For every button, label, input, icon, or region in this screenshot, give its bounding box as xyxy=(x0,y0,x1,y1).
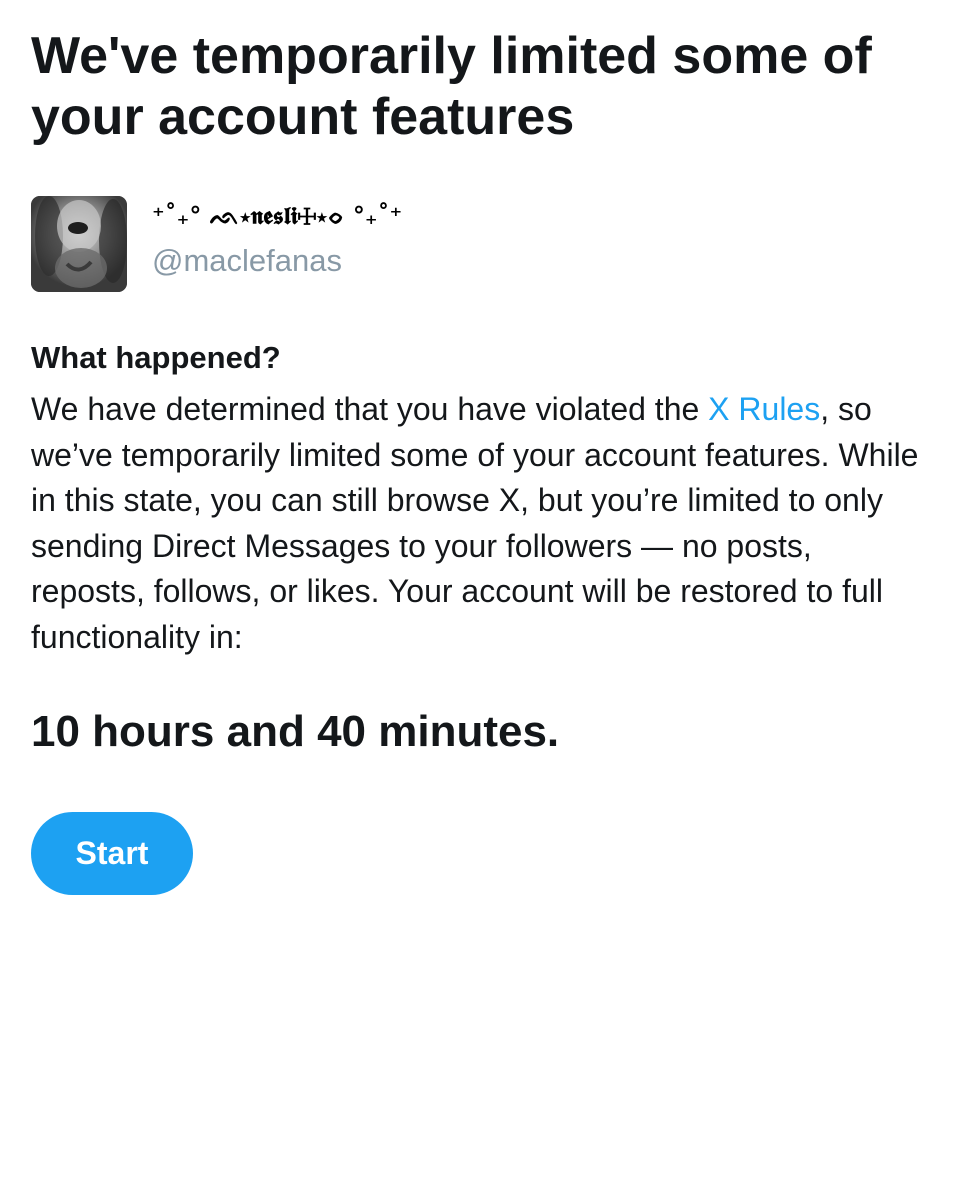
explanation-text-start: We have determined that you have violate… xyxy=(31,391,709,427)
explanation-text-end: , so we’ve temporarily limited some of y… xyxy=(31,391,919,655)
x-rules-link[interactable]: X Rules xyxy=(708,391,820,427)
limited-account-page: We've temporarily limited some of your a… xyxy=(0,0,970,1200)
time-remaining: 10 hours and 40 minutes. xyxy=(31,707,560,756)
account-handle: @maclefanas xyxy=(152,243,342,278)
display-name: ⁺˚₊° ᨒ⋆𝖓𝖊𝖘𝖑𝖎☩⋆ᨔ °₊˚⁺ xyxy=(152,201,403,230)
page-title: We've temporarily limited some of your a… xyxy=(31,27,872,146)
avatar xyxy=(31,196,127,292)
what-happened-heading: What happened? xyxy=(31,340,281,375)
profile-photo-icon xyxy=(31,196,127,292)
explanation-text: We have determined that you have violate… xyxy=(31,387,931,661)
account-text: ⁺˚₊° ᨒ⋆𝖓𝖊𝖘𝖑𝖎☩⋆ᨔ °₊˚⁺ @maclefanas xyxy=(152,196,402,279)
account-info: ⁺˚₊° ᨒ⋆𝖓𝖊𝖘𝖑𝖎☩⋆ᨔ °₊˚⁺ @maclefanas xyxy=(31,196,402,292)
start-button[interactable]: Start xyxy=(31,812,193,895)
